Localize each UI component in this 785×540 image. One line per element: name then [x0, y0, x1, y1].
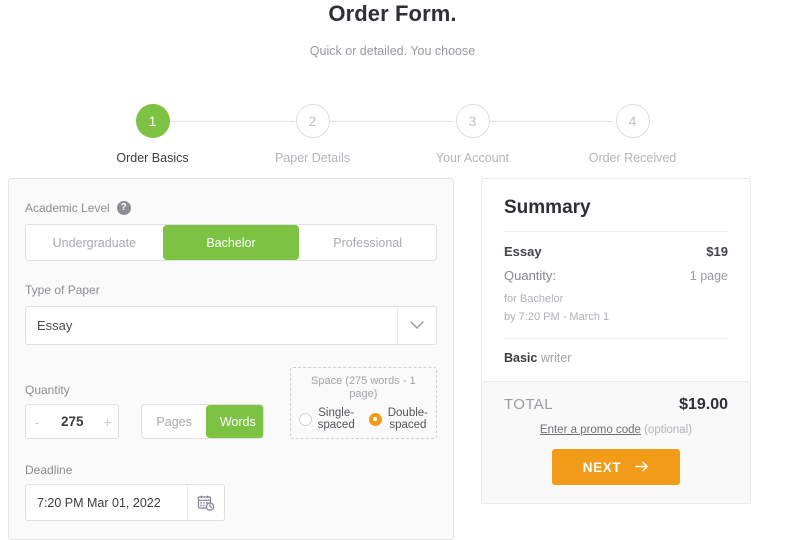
summary-divider-top	[504, 231, 728, 232]
promo-line: Enter a promo code (optional)	[504, 424, 728, 436]
quantity-decrement-button[interactable]: -	[26, 414, 48, 430]
quantity-stepper[interactable]: - 275 +	[25, 404, 120, 439]
calendar-clock-icon[interactable]	[187, 485, 224, 520]
type-of-paper-label: Type of Paper	[25, 283, 100, 297]
summary-paper-type-label: Essay	[504, 244, 542, 259]
total-card: TOTAL $19.00 Enter a promo code (optiona…	[481, 382, 751, 504]
spacing-radio-group[interactable]: Single-spaced Double-spaced	[298, 407, 428, 431]
spacing-option-single[interactable]: Single-spaced	[298, 407, 355, 431]
spacing-option-single-label: Single-spaced	[317, 407, 355, 431]
deadline-label: Deadline	[25, 463, 73, 477]
quantity-row: Quantity - 275 + Pages Words Space (275 …	[25, 367, 437, 439]
academic-level-label-text: Academic Level	[25, 201, 110, 215]
spacing-options-box: Space (275 words - 1 page) Single-spaced…	[289, 367, 437, 439]
step-label: Order Basics	[116, 151, 189, 165]
step-number-badge: 4	[615, 104, 650, 138]
quantity-block: Quantity - 275 +	[25, 383, 120, 439]
unit-option-words[interactable]: Words	[205, 405, 263, 438]
page-title: Order Form.	[328, 1, 457, 26]
summary-title: Summary	[504, 197, 591, 218]
radio-checked-icon[interactable]	[368, 412, 382, 426]
academic-level-segmented-control[interactable]: Undergraduate Bachelor Professional	[25, 224, 437, 261]
type-of-paper-value: Essay	[37, 318, 73, 333]
total-value: $19.00	[679, 396, 728, 413]
deadline-value[interactable]: 7:20 PM Mar 01, 2022	[26, 485, 187, 520]
academic-level-option-bachelor[interactable]: Bachelor	[162, 225, 300, 260]
deadline-block: Deadline 7:20 PM Mar 01, 2022	[25, 463, 225, 521]
stepper-step-order-basics[interactable]: 1 Order Basics	[73, 104, 233, 165]
next-button[interactable]: NEXT	[552, 449, 680, 485]
spacing-option-double-label: Double-spaced	[387, 407, 428, 431]
quantity-value[interactable]: 275	[48, 414, 96, 429]
academic-level-label: Academic Level ?	[25, 201, 437, 215]
summary-column: Summary Essay $19 Quantity: 1 page for B…	[481, 178, 751, 540]
spacing-title: Space (275 words - 1 page)	[311, 375, 416, 400]
stepper-step-your-account[interactable]: 3 Your Account	[393, 104, 553, 165]
step-number-badge: 1	[135, 104, 170, 138]
page-subtitle: Quick or detailed. You choose	[309, 44, 476, 58]
summary-paper-type-price: $19	[706, 244, 728, 259]
step-number-badge: 2	[295, 104, 330, 138]
stepper-step-paper-details[interactable]: 2 Paper Details	[233, 104, 393, 165]
step-label: Order Received	[588, 151, 677, 165]
chevron-down-icon[interactable]	[397, 307, 436, 344]
summary-quantity-label: Quantity:	[504, 268, 557, 283]
promo-code-link[interactable]: Enter a promo code	[540, 424, 641, 436]
academic-level-option-undergraduate[interactable]: Undergraduate	[26, 225, 163, 260]
quantity-increment-button[interactable]: +	[96, 414, 118, 430]
summary-writer-level: Basic	[504, 351, 538, 365]
summary-row-quantity: Quantity: 1 page	[504, 268, 728, 283]
quantity-label: Quantity	[25, 383, 70, 397]
spacing-option-double[interactable]: Double-spaced	[368, 407, 428, 431]
step-label: Paper Details	[274, 151, 351, 165]
summary-writer-word: writer	[540, 351, 572, 365]
promo-optional-text: (optional)	[644, 424, 693, 436]
step-number-badge: 3	[455, 104, 490, 138]
summary-writer-row: Basic writer	[504, 351, 728, 365]
next-button-label: NEXT	[582, 459, 622, 475]
step-label: Your Account	[435, 151, 510, 165]
type-of-paper-select[interactable]: Essay	[25, 306, 437, 345]
content-area: Academic Level ? Undergraduate Bachelor …	[0, 178, 785, 540]
deadline-input[interactable]: 7:20 PM Mar 01, 2022	[25, 484, 225, 521]
stepper-step-order-received[interactable]: 4 Order Received	[553, 104, 713, 165]
total-label: TOTAL	[504, 396, 553, 413]
summary-quantity-value: 1 page	[689, 269, 728, 283]
unit-option-pages[interactable]: Pages	[142, 405, 205, 438]
summary-row-paper-type: Essay $19	[504, 244, 728, 259]
summary-divider-bottom	[504, 338, 728, 339]
summary-meta-level: for Bachelor	[504, 293, 564, 305]
arrow-right-icon	[635, 460, 649, 475]
progress-stepper: 1 Order Basics 2 Paper Details 3 Your Ac…	[73, 80, 713, 165]
page-header: Order Form. Quick or detailed. You choos…	[0, 0, 785, 59]
quantity-unit-toggle[interactable]: Pages Words	[141, 404, 264, 439]
summary-meta-deadline: by 7:20 PM - March 1	[504, 311, 610, 323]
radio-unchecked-icon[interactable]	[298, 412, 312, 426]
order-form-card: Academic Level ? Undergraduate Bachelor …	[8, 178, 454, 540]
academic-level-option-professional[interactable]: Professional	[299, 225, 436, 260]
summary-card: Summary Essay $19 Quantity: 1 page for B…	[481, 178, 751, 382]
help-circle-icon[interactable]: ?	[116, 201, 131, 215]
total-row: TOTAL $19.00	[504, 396, 728, 414]
